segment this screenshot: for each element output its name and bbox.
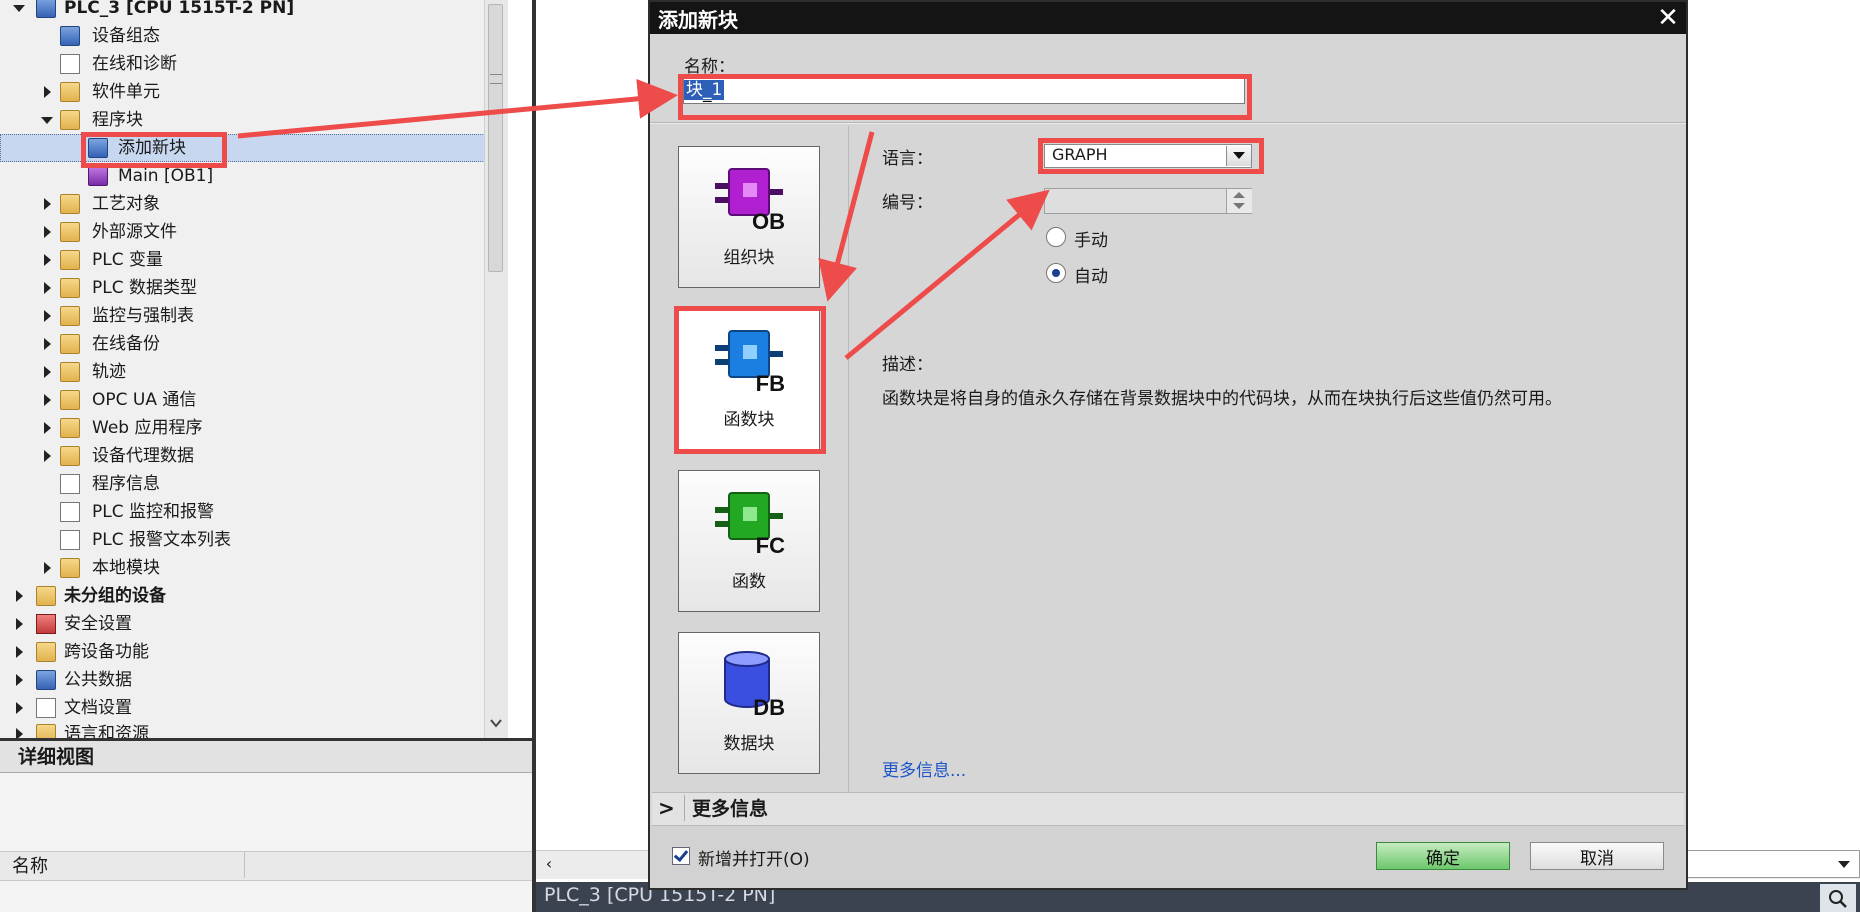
annotation-arrows xyxy=(237,78,1050,360)
arrow-tree-to-name xyxy=(237,78,678,139)
arrow-name-to-fb xyxy=(818,131,875,302)
arrow-fb-to-language xyxy=(844,189,1050,360)
